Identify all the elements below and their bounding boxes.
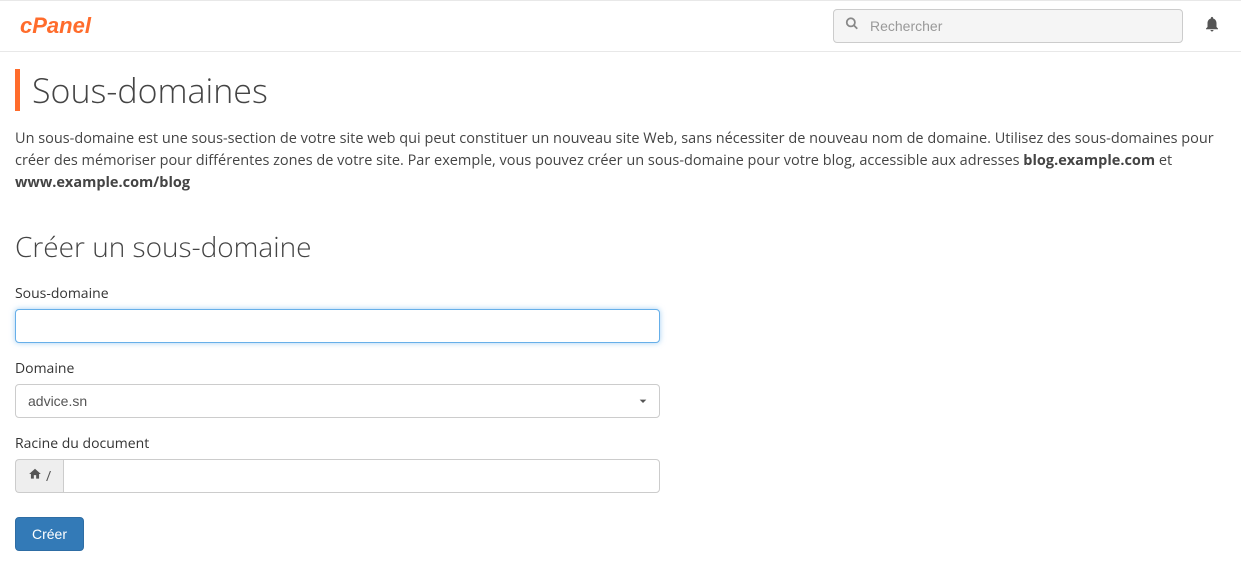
search-container [833, 9, 1183, 43]
search-input[interactable] [833, 9, 1183, 43]
subdomain-field-group: Sous-domaine [15, 284, 1226, 343]
main-content: Sous-domaines Un sous-domaine est une so… [0, 52, 1241, 566]
docroot-prefix-addon: / [15, 459, 63, 493]
subdomain-input[interactable] [15, 309, 660, 343]
top-navigation-bar: cPanel [0, 0, 1241, 52]
create-button[interactable]: Créer [15, 517, 84, 551]
search-icon [845, 17, 859, 36]
docroot-input[interactable] [63, 459, 660, 493]
page-description: Un sous-domaine est une sous-section de … [15, 128, 1226, 193]
description-text-middle: et [1155, 151, 1172, 170]
example-domain-1: blog.example.com [1023, 151, 1155, 170]
docroot-slash: / [46, 467, 51, 486]
domain-select[interactable]: advice.sn [15, 384, 660, 418]
home-icon [28, 467, 42, 486]
docroot-input-group: / [15, 459, 660, 493]
page-title: Sous-domaines [32, 67, 268, 113]
docroot-label: Racine du document [15, 434, 1226, 453]
page-title-container: Sous-domaines [15, 67, 1226, 113]
create-subdomain-heading: Créer un sous-domaine [15, 228, 1226, 266]
cpanel-logo[interactable]: cPanel [20, 13, 130, 39]
notifications-bell-icon[interactable] [1203, 15, 1221, 38]
title-accent-bar [15, 69, 20, 111]
svg-text:cPanel: cPanel [20, 13, 92, 38]
domain-label: Domaine [15, 359, 1226, 378]
subdomain-label: Sous-domaine [15, 284, 1226, 303]
domain-field-group: Domaine advice.sn [15, 359, 1226, 418]
docroot-field-group: Racine du document / [15, 434, 1226, 493]
example-domain-2: www.example.com/blog [15, 173, 190, 192]
